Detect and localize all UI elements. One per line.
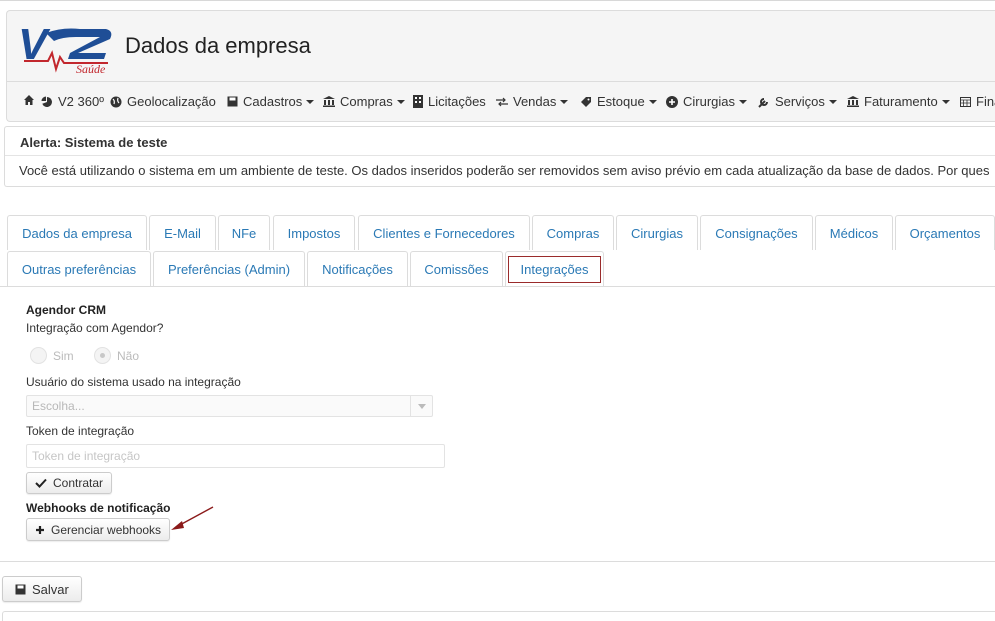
company-logo: V Saúde: [18, 20, 112, 75]
save-icon: [227, 96, 238, 107]
integration-user-select[interactable]: Escolha...: [26, 395, 433, 417]
wrench-icon: [758, 97, 768, 108]
nav-label-vendas: Vendas: [513, 94, 557, 109]
pie-chart-icon: [41, 96, 53, 107]
radio-sim[interactable]: Sim: [30, 347, 74, 364]
save-button[interactable]: Salvar: [2, 576, 82, 602]
tab-clientes-fornecedores[interactable]: Clientes e Fornecedores: [358, 215, 530, 250]
tab-integracoes[interactable]: Integrações: [505, 251, 604, 287]
nav-label-licitacoes: Licitações: [428, 94, 486, 109]
integration-user-label: Usuário do sistema usado na integração: [26, 375, 241, 389]
chevron-down-icon: [560, 99, 569, 104]
nav-label-cirurgias: Cirurgias: [683, 94, 736, 109]
bottom-panel: [2, 611, 995, 621]
transfer-icon: [496, 97, 508, 106]
tab-nfe[interactable]: NFe: [218, 215, 270, 250]
token-input[interactable]: [26, 444, 445, 468]
nav-cirurgias[interactable]: Cirurgias: [666, 94, 748, 109]
chevron-down-icon: [941, 99, 950, 104]
bank-icon: [847, 96, 859, 107]
nav-vendas[interactable]: Vendas: [496, 94, 569, 109]
plus-circle-icon: [666, 95, 678, 108]
nav-label-compras: Compras: [340, 94, 393, 109]
nav-label-v2-360: V2 360º: [58, 94, 104, 109]
home-icon: [24, 95, 34, 105]
tab-compras[interactable]: Compras: [532, 215, 614, 250]
tab-integracoes-label: Integrações: [507, 256, 602, 283]
chevron-down-icon: [396, 99, 405, 104]
integration-user-select-value: Escolha...: [32, 399, 85, 413]
tag-icon: [581, 96, 591, 107]
contratar-button-label: Contratar: [53, 476, 104, 490]
manage-webhooks-button[interactable]: Gerenciar webhooks: [26, 518, 171, 541]
tab-outras-preferencias[interactable]: Outras preferências: [7, 251, 151, 286]
bank-icon: [323, 96, 335, 107]
nav-label-geolocalizacao: Geolocalização: [127, 94, 216, 109]
nav-licitacoes[interactable]: Licitações: [413, 94, 486, 109]
nav-label-faturamento: Faturamento: [864, 94, 938, 109]
save-button-label: Salvar: [32, 581, 69, 597]
footer-divider: [0, 561, 995, 562]
tab-cirurgias[interactable]: Cirurgias: [616, 215, 698, 250]
radio-sim-label: Sim: [53, 348, 74, 363]
plus-icon: [36, 525, 44, 534]
chevron-down-icon: [739, 99, 748, 104]
nav-estoque[interactable]: Estoque: [580, 94, 657, 109]
calendar-icon: [960, 97, 971, 107]
test-system-alert: Alerta: Sistema de teste Você está utili…: [4, 126, 995, 187]
alert-divider: [5, 155, 995, 156]
contratar-button[interactable]: Contratar: [26, 472, 113, 494]
tab-consignacoes[interactable]: Consignações: [700, 215, 813, 250]
main-navbar: V2 360º Geolocalização Cadastros Compras…: [7, 81, 995, 122]
nav-label-servicos: Serviços: [775, 94, 825, 109]
radio-nao[interactable]: Não: [94, 347, 139, 364]
nav-label-financeiro: Fina: [976, 94, 995, 109]
select-toggle[interactable]: [410, 396, 432, 416]
nav-financeiro[interactable]: Fina: [960, 94, 995, 109]
radio-sim-circle: [30, 347, 47, 364]
chevron-down-icon: [418, 404, 426, 409]
nav-home[interactable]: [23, 94, 40, 106]
tab-email[interactable]: E-Mail: [149, 215, 216, 250]
save-icon: [15, 584, 26, 594]
building-icon: [413, 95, 423, 108]
page-header: V Saúde Dados da empresa V2 360º Geoloca…: [6, 10, 995, 122]
page-title: Dados da empresa: [125, 33, 311, 58]
tabs-baseline: [0, 286, 995, 287]
tab-medicos[interactable]: Médicos: [815, 215, 893, 250]
chevron-down-icon: [648, 99, 657, 104]
nav-compras[interactable]: Compras: [323, 94, 405, 109]
top-border: [0, 0, 995, 1]
alert-title: Alerta: Sistema de teste: [20, 135, 168, 150]
tab-comissoes[interactable]: Comissões: [410, 251, 503, 286]
integration-question-label: Integração com Agendor?: [26, 321, 164, 335]
tab-impostos[interactable]: Impostos: [273, 215, 355, 250]
tab-notificacoes[interactable]: Notificações: [307, 251, 408, 286]
alert-text: Você está utilizando o sistema em um amb…: [19, 163, 990, 178]
chevron-down-icon: [306, 99, 315, 104]
nav-label-estoque: Estoque: [597, 94, 645, 109]
chevron-down-icon: [828, 99, 837, 104]
svg-text:Saúde: Saúde: [76, 62, 106, 75]
check-icon: [35, 478, 47, 488]
tab-preferencias-admin[interactable]: Preferências (Admin): [153, 251, 305, 286]
nav-label-cadastros: Cadastros: [243, 94, 303, 109]
manage-webhooks-button-label: Gerenciar webhooks: [51, 522, 162, 537]
tab-dados-da-empresa[interactable]: Dados da empresa: [7, 215, 147, 250]
webhooks-section-title: Webhooks de notificação: [26, 501, 171, 515]
tab-orcamentos[interactable]: Orçamentos: [895, 215, 995, 250]
nav-v2-360[interactable]: V2 360º: [41, 94, 104, 109]
nav-cadastros[interactable]: Cadastros: [227, 94, 315, 109]
radio-nao-label: Não: [117, 348, 140, 363]
nav-servicos[interactable]: Serviços: [758, 94, 837, 109]
nav-geolocalizacao[interactable]: Geolocalização: [110, 94, 216, 109]
radio-nao-circle: [94, 347, 111, 364]
token-label: Token de integração: [26, 424, 135, 438]
nav-faturamento[interactable]: Faturamento: [847, 94, 950, 109]
globe-icon: [110, 96, 122, 107]
annotation-arrow-icon: [171, 506, 214, 530]
agendor-section-title: Agendor CRM: [26, 303, 106, 317]
